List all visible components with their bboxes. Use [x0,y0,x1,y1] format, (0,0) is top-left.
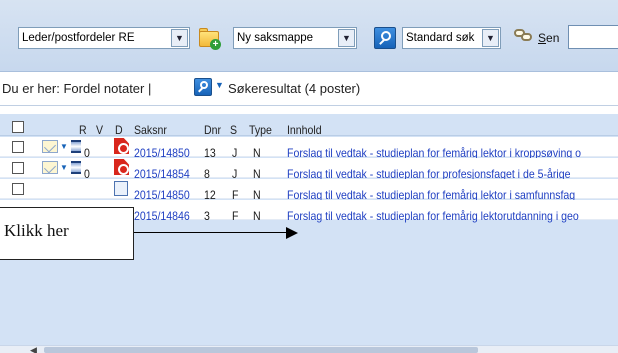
search-type-select-value: Standard søk [406,32,475,44]
send-label-rest: en [546,31,560,45]
horizontal-scrollbar[interactable]: ◀ [0,345,618,353]
callout-text: Klikk her [4,221,69,240]
scroll-left-icon[interactable]: ◀ [30,345,37,353]
hourglass-icon [71,161,81,174]
breadcrumb-page[interactable]: Fordel notater [63,81,144,96]
send-label-shortcut: S [538,31,547,45]
header-type[interactable]: Type [249,123,272,137]
new-folder-icon[interactable]: + [197,24,221,50]
caret-down-icon[interactable]: ▼ [60,142,68,151]
header-v[interactable]: V [96,123,103,137]
document-icon[interactable] [114,181,128,196]
send-label[interactable]: Sen [538,31,559,45]
chevron-down-icon[interactable]: ▼ [338,29,355,47]
scrollbar-thumb[interactable] [44,347,478,353]
send-input[interactable] [568,25,618,49]
search-type-select[interactable]: Standard søk ▼ [402,27,501,49]
row-checkbox[interactable] [12,162,24,174]
search-icon[interactable] [374,27,396,49]
arrow-right-icon [286,227,298,239]
search-result-label: Søkeresultat (4 poster) [228,81,361,96]
role-select-value: Leder/postfordeler RE [22,32,135,44]
send-icon[interactable] [512,25,534,47]
row-type: N [253,209,261,223]
header-saksnr[interactable]: Saksnr [134,123,167,137]
chevron-down-icon[interactable]: ▼ [482,29,499,47]
breadcrumb-prefix: Du er her: [2,81,60,96]
row-s: F [232,209,239,223]
folder-select-value: Ny saksmappe [237,32,314,44]
header-d[interactable]: D [115,123,123,137]
caret-down-icon[interactable]: ▼ [215,80,224,90]
chevron-down-icon[interactable]: ▼ [171,29,188,47]
row-dnr: 3 [204,209,210,223]
mail-icon[interactable] [42,140,58,153]
row-innhold[interactable]: Forslag til vedtak - studieplan for femå… [287,209,579,223]
row-checkbox[interactable] [12,183,24,195]
row-checkbox[interactable] [12,141,24,153]
select-all-checkbox[interactable] [12,121,24,133]
header-r[interactable]: R [79,123,87,137]
breadcrumb-text: Du er her: Fordel notater | [2,81,151,96]
mail-icon[interactable] [42,161,58,174]
hourglass-icon [71,140,81,153]
folder-select[interactable]: Ny saksmappe ▼ [233,27,357,49]
header-dnr[interactable]: Dnr [204,123,221,137]
header-innhold[interactable]: Innhold [287,123,322,137]
breadcrumb-separator: | [148,81,152,96]
role-select[interactable]: Leder/postfordeler RE ▼ [18,27,190,49]
callout-arrow-line [134,232,286,233]
row-saksnr[interactable]: 2015/14846 [134,209,190,223]
search-icon[interactable] [194,78,212,96]
header-s[interactable]: S [230,123,237,137]
caret-down-icon[interactable]: ▼ [60,163,68,172]
